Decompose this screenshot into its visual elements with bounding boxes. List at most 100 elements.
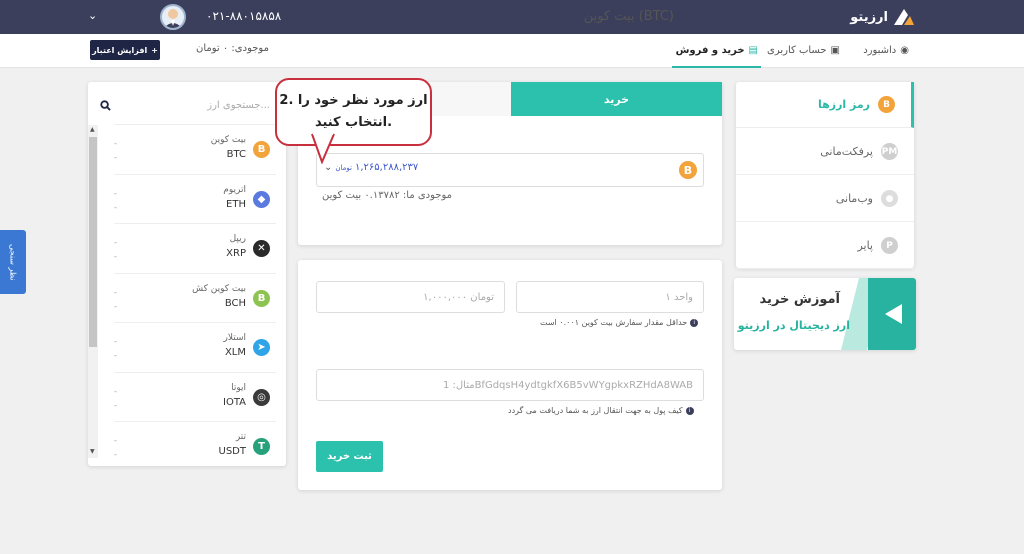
coin-sell-price: -	[114, 351, 117, 360]
account-balance: موجودی: ۰ تومان	[196, 43, 269, 54]
tab-buy[interactable]: خرید	[511, 82, 722, 116]
coin-row-btc[interactable]: بیت کوین BTC - - B	[114, 124, 276, 172]
coin-search[interactable]: جستجوی ارز...	[100, 95, 270, 115]
nav-item-dashboard[interactable]: داشبورد ◉	[863, 45, 909, 56]
nav-label-account: حساب کاربری	[767, 45, 827, 56]
coin-symbol: IOTA	[223, 396, 246, 408]
usdt-icon: T	[253, 438, 270, 455]
coin-name: ریپل	[229, 234, 246, 244]
menu-item-label: پایر	[857, 239, 873, 252]
currency-icon: ●	[881, 190, 898, 207]
price-value: ۱,۲۶۵,۲۸۸,۲۳۷	[354, 162, 419, 173]
min-order-hint-text: حداقل مقدار سفارش بیت کوین ۰.۰۰۱ است	[540, 318, 688, 327]
menu-item-0[interactable]: رمز ارزها B	[736, 82, 914, 128]
xlm-icon: ➤	[253, 339, 270, 356]
coin-name: اتریوم	[223, 184, 246, 195]
menu-item-3[interactable]: پایر P	[736, 223, 914, 269]
coin-price: ⌄ تومان ۱,۲۶۵,۲۸۸,۲۳۷	[324, 162, 418, 173]
brand-logo[interactable]: ارزیتو	[850, 7, 916, 27]
coin-buy-price: -	[114, 386, 117, 396]
currency-icon: B	[878, 96, 895, 113]
exchange-icon: ▤	[748, 45, 758, 56]
coin-name: ایوتا	[231, 382, 246, 393]
wallet-hint: کیف پول به جهت انتقال ارز به شما دریافت …	[508, 406, 694, 415]
coin-name: تتر	[235, 432, 246, 442]
coin-row-usdt[interactable]: تتر USDT - - T	[114, 421, 276, 469]
btc-icon: B	[253, 141, 270, 158]
logo-mark-icon	[892, 8, 916, 26]
coin-symbol: BTC	[226, 149, 246, 160]
nav-item-account[interactable]: حساب کاربری ▣	[767, 45, 840, 56]
submit-buy-button[interactable]: ثبت خرید	[316, 441, 383, 472]
available-stock: موجودی ما: ۰.۱۳۷۸۲ بیت کوین	[322, 190, 452, 201]
user-menu-chevron-icon[interactable]: ⌄	[88, 9, 97, 22]
coin-sell-price: -	[114, 301, 117, 311]
search-input[interactable]: جستجوی ارز...	[207, 100, 270, 111]
info-icon: i	[685, 406, 694, 415]
education-title: آموزش خرید	[759, 292, 840, 307]
coin-row-xlm[interactable]: استلار XLM - - ➤	[114, 322, 276, 370]
eth-icon: ◆	[253, 190, 270, 208]
instruction-callout: 2. ارز مورد نظر خود را انتخاب کنید.	[275, 78, 432, 146]
wallet-address-input[interactable]: مثال: 1BfGdqsH4ydtgkfX6B5vWYgpkxRZHdA8WA…	[316, 369, 704, 401]
nav-item-trade[interactable]: خرید و فروش ▤	[676, 45, 758, 56]
coin-symbol: ETH	[226, 198, 246, 210]
coin-row-iota[interactable]: ایوتا IOTA - - ◎	[114, 371, 276, 420]
toman-input[interactable]: ۱,۰۰۰,۰۰۰ تومان	[316, 281, 505, 313]
iota-icon: ◎	[253, 388, 270, 406]
coin-symbol: USDT	[218, 446, 246, 457]
coin-buy-price: -	[114, 287, 117, 297]
increase-credit-label: افزایش اعتبار	[92, 45, 148, 55]
active-tab-indicator	[672, 66, 761, 68]
plus-icon: +	[151, 45, 158, 55]
wallet-hint-text: کیف پول به جهت انتقال ارز به شما دریافت …	[508, 406, 683, 415]
coin-symbol: XRP	[226, 248, 246, 259]
user-avatar[interactable]	[160, 4, 186, 30]
bch-icon: B	[253, 289, 270, 307]
menu-item-label: رمز ارزها	[817, 98, 870, 111]
units-input[interactable]: ۱ واحد	[516, 281, 704, 313]
coin-buy-price: -	[114, 436, 117, 445]
education-subtitle: ارز دیجیتال در ارزیتو	[737, 319, 850, 332]
callout-pointer-icon	[311, 132, 335, 164]
currency-icon: PM	[881, 143, 898, 160]
menu-item-2[interactable]: وب‌مانی ●	[736, 176, 914, 222]
coin-buy-price: -	[114, 139, 117, 148]
coin-symbol: BCH	[224, 297, 246, 309]
min-order-hint: حداقل مقدار سفارش بیت کوین ۰.۰۰۱ است i	[540, 318, 699, 327]
nav-label-trade: خرید و فروش	[675, 45, 745, 56]
scrollbar-thumb[interactable]	[89, 137, 97, 347]
brand-name: ارزیتو	[850, 9, 888, 25]
menu-item-1[interactable]: پرفکت‌مانی PM	[736, 129, 914, 175]
increase-credit-button[interactable]: افزایش اعتبار +	[90, 40, 160, 60]
coin-buy-price: -	[114, 188, 117, 198]
coin-sell-price: -	[114, 450, 117, 459]
coin-row-eth[interactable]: اتریوم ETH - - ◆	[114, 173, 276, 222]
coin-sell-price: -	[114, 252, 117, 261]
coin-sell-price: -	[114, 202, 117, 212]
education-card[interactable]: آموزش خرید ارز دیجیتال در ارزیتو	[734, 278, 916, 350]
xrp-icon: ✕	[253, 240, 270, 257]
info-icon: i	[690, 318, 699, 327]
coin-row-xrp[interactable]: ریپل XRP - - ✕	[114, 223, 276, 271]
coin-name: استلار	[223, 333, 246, 343]
scroll-up-icon[interactable]: ▲	[90, 126, 95, 133]
coin-name: بیت کوین کش	[192, 283, 246, 294]
bitcoin-icon: B	[679, 161, 697, 179]
play-icon[interactable]	[882, 302, 904, 326]
feedback-label: نظر سنجی	[8, 243, 18, 281]
scroll-down-icon[interactable]: ▼	[90, 448, 95, 455]
currency-icon: P	[881, 237, 898, 254]
search-icon[interactable]	[100, 99, 111, 111]
price-unit: تومان	[335, 163, 352, 172]
feedback-tab[interactable]: نظر سنجی	[0, 230, 26, 294]
coin-buy-price: -	[114, 238, 117, 247]
dashboard-icon: ◉	[900, 45, 909, 56]
coin-sell-price: -	[114, 400, 117, 410]
menu-item-label: پرفکت‌مانی	[820, 145, 873, 158]
coin-sell-price: -	[114, 153, 117, 162]
nav-label-dashboard: داشبورد	[863, 45, 897, 56]
selected-coin-name: بیت کوین (BTC)	[583, 9, 674, 24]
coin-row-bch[interactable]: بیت کوین کش BCH - - B	[114, 272, 276, 321]
support-phone: ۰۲۱-۸۸۰۱۵۸۵۸	[206, 9, 282, 23]
